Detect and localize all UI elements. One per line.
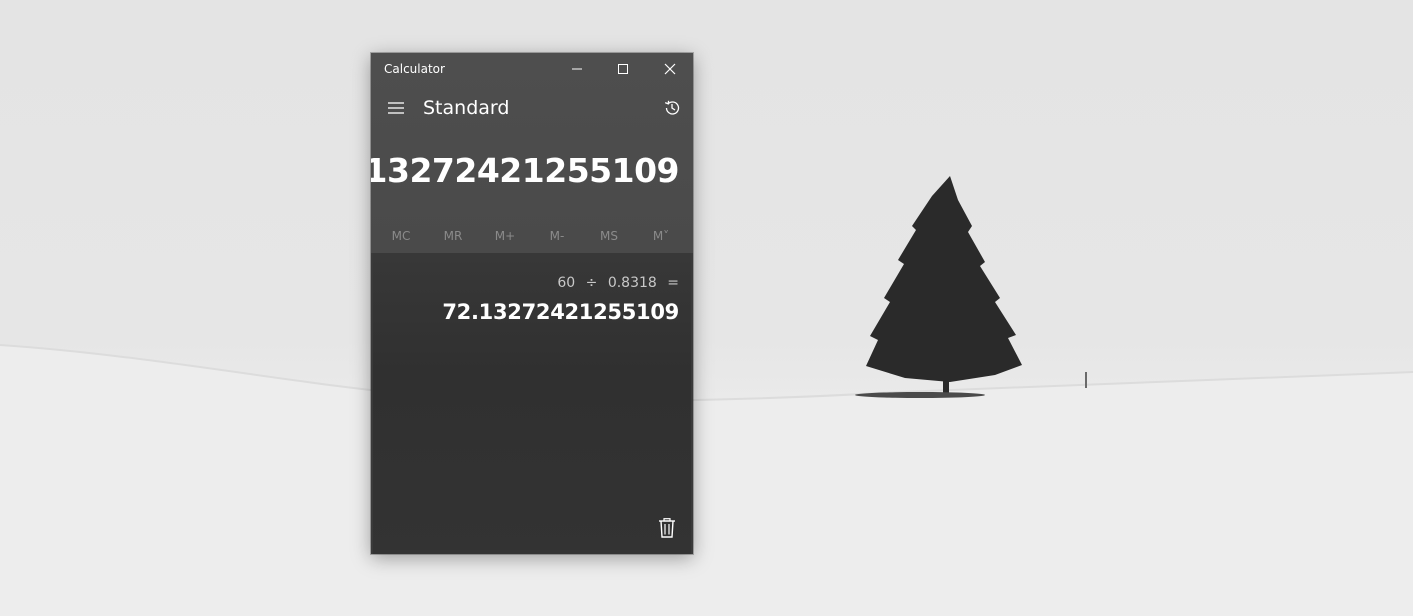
- history-result[interactable]: 72.13272421255109: [442, 300, 679, 324]
- result-display: 72.13272421255109: [371, 151, 680, 190]
- memory-list-button[interactable]: M˅: [635, 229, 687, 243]
- hamburger-icon: [388, 102, 404, 114]
- memory-subtract-button[interactable]: M-: [531, 229, 583, 243]
- wallpaper-image: [0, 176, 1413, 616]
- memory-add-button[interactable]: M+: [479, 229, 531, 243]
- minimize-button[interactable]: [554, 53, 600, 85]
- navigation-menu-button[interactable]: [383, 95, 409, 121]
- close-icon: [664, 63, 676, 75]
- close-button[interactable]: [647, 53, 693, 85]
- mode-title: Standard: [423, 97, 510, 119]
- history-button[interactable]: [659, 95, 685, 121]
- history-expression[interactable]: 60 ÷ 0.8318 =: [557, 275, 679, 291]
- minimize-icon: [572, 68, 582, 70]
- desktop: Calculator Standard 13272421255109 MC MR…: [0, 0, 1413, 616]
- maximize-icon: [618, 64, 628, 74]
- trash-icon: [659, 518, 675, 538]
- memory-recall-button[interactable]: MR: [427, 229, 479, 243]
- history-icon: [664, 100, 680, 115]
- memory-toolbar: MC MR M+ M- MS M˅: [371, 225, 693, 253]
- window-title: Calculator: [384, 62, 445, 76]
- history-panel: [373, 253, 691, 554]
- clear-history-button[interactable]: [653, 514, 681, 542]
- title-bar[interactable]: Calculator: [371, 53, 693, 85]
- calculator-window: Calculator Standard 13272421255109 MC MR…: [371, 53, 693, 554]
- memory-clear-button[interactable]: MC: [375, 229, 427, 243]
- memory-store-button[interactable]: MS: [583, 229, 635, 243]
- maximize-button[interactable]: [600, 53, 646, 85]
